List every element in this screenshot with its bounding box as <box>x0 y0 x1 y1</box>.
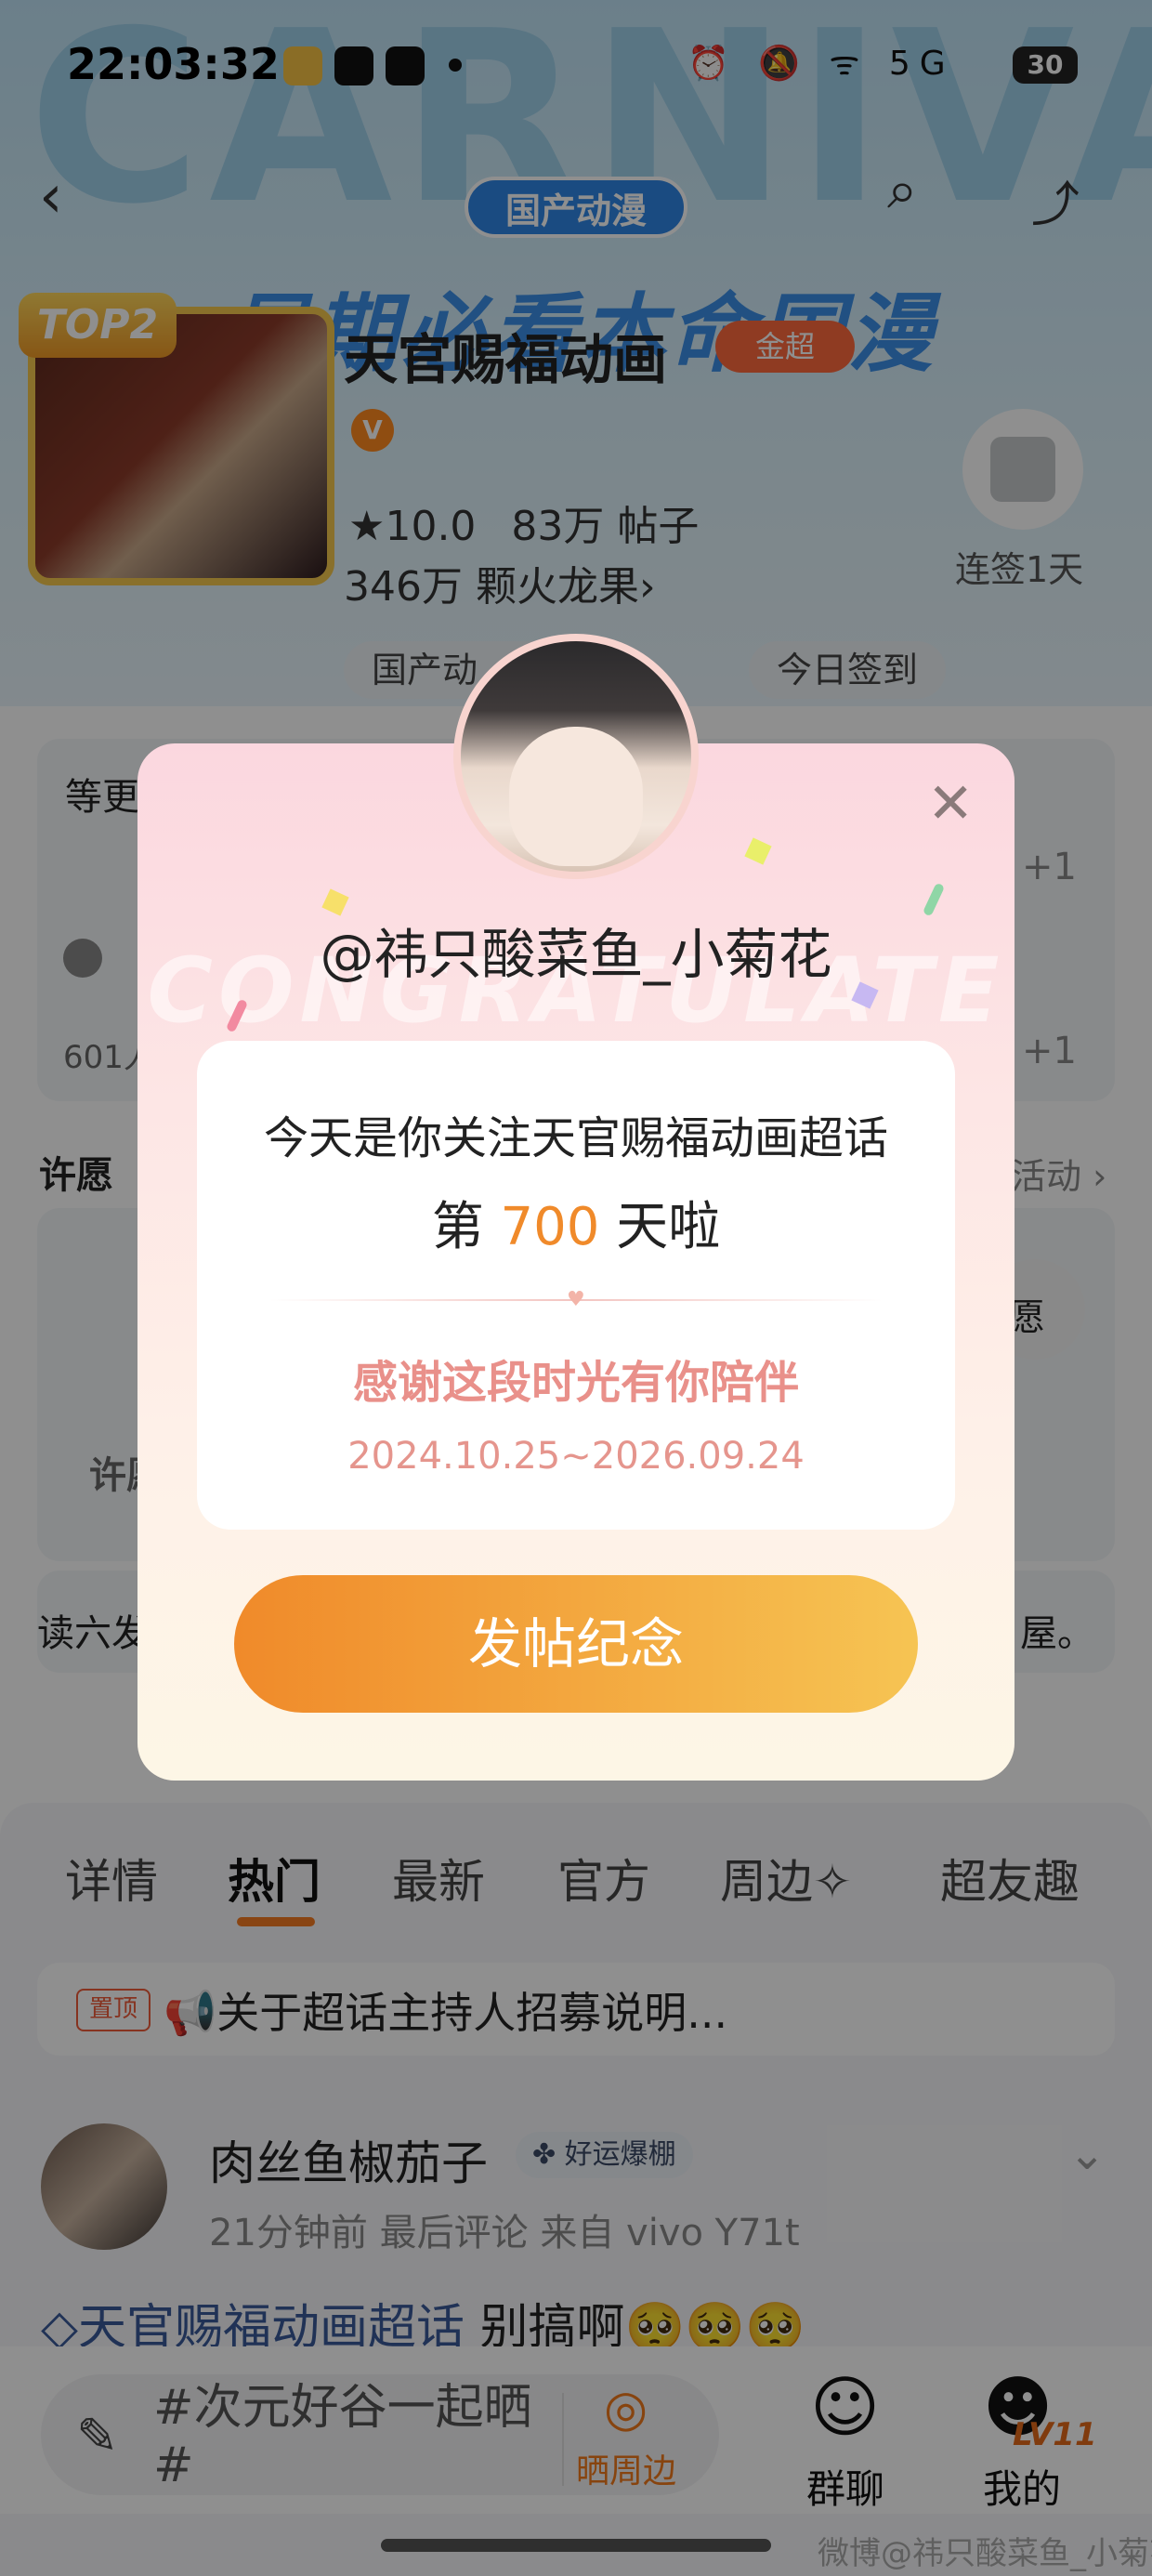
days-suffix: 天啦 <box>599 1197 721 1257</box>
avatar-face <box>509 727 643 866</box>
screen: CARNIVAL 22:03:32 ⏰ 🔕 ᯤ 5G 30 ‹ ⌕ ⤴ 国产动漫… <box>0 0 1152 2576</box>
date-range: 2024.10.25~2026.09.24 <box>347 1435 805 1478</box>
close-icon[interactable]: ✕ <box>927 771 974 836</box>
post-commemorate-button[interactable]: 发帖纪念 <box>234 1575 918 1713</box>
heart-icon: ♥ <box>567 1288 585 1311</box>
days-prefix: 第 <box>431 1197 501 1257</box>
days-count: 700 <box>500 1197 600 1257</box>
anniversary-days: 第 700 天啦 <box>197 1185 955 1260</box>
anniversary-message: 今天是你关注天官赐福动画超话 <box>263 1112 888 1164</box>
thanks-text: 感谢这段时光有你陪伴 <box>352 1357 799 1409</box>
modal-username: @祎只酸菜鱼_小菊花 <box>320 923 832 986</box>
